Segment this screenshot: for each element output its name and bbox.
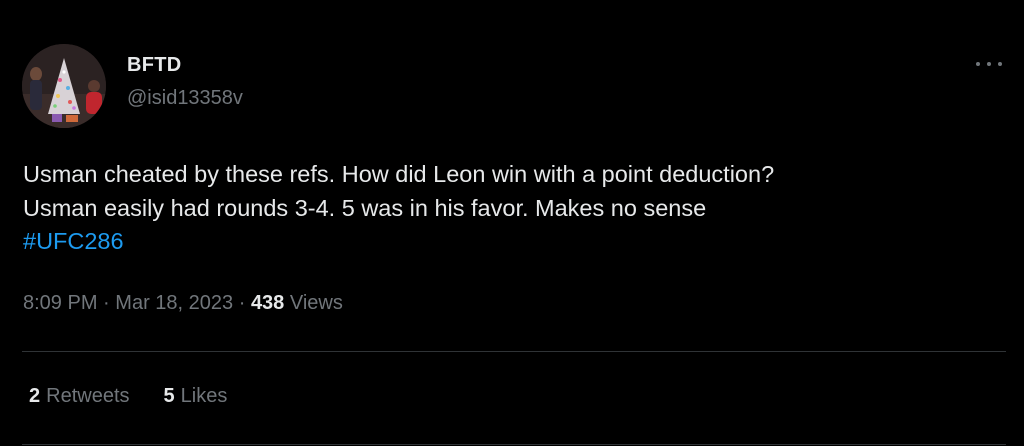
tweet-text-line: Usman easily had rounds 3-4. 5 was in hi…	[23, 194, 707, 221]
engagement-stats: 2 Retweets 5 Likes	[29, 385, 227, 408]
tweet-date[interactable]: Mar 18, 2023	[115, 292, 233, 314]
likes-label: Likes	[180, 385, 228, 407]
display-name[interactable]: BFTD	[127, 54, 182, 77]
likes-stat[interactable]: 5 Likes	[164, 385, 228, 408]
avatar-image	[22, 44, 106, 128]
hashtag-link[interactable]: #UFC286	[23, 225, 1013, 259]
likes-count: 5	[163, 385, 175, 407]
tweet-text: Usman cheated by these refs. How did Leo…	[23, 158, 1013, 259]
tweet-meta: 8:09 PM · Mar 18, 2023 · 438 Views	[23, 292, 343, 315]
more-horizontal-icon[interactable]	[976, 58, 1002, 70]
tweet-time[interactable]: 8:09 PM	[23, 292, 97, 314]
views-count: 438	[250, 292, 285, 314]
avatar[interactable]	[22, 44, 106, 128]
separator: ·	[238, 292, 246, 314]
dot	[998, 62, 1002, 66]
user-handle[interactable]: @isid13358v	[127, 87, 243, 110]
dot	[976, 62, 980, 66]
dot	[987, 62, 991, 66]
divider	[22, 351, 1006, 352]
tweet-card: BFTD @isid13358v Usman cheated by these …	[0, 0, 1024, 446]
tweet-text-line: Usman cheated by these refs. How did Leo…	[23, 161, 775, 187]
retweets-label: Retweets	[46, 385, 130, 407]
views-label: Views	[289, 292, 343, 314]
separator: ·	[103, 292, 110, 314]
divider	[22, 444, 1006, 445]
retweets-count: 2	[29, 385, 41, 407]
retweets-stat[interactable]: 2 Retweets	[29, 385, 130, 408]
